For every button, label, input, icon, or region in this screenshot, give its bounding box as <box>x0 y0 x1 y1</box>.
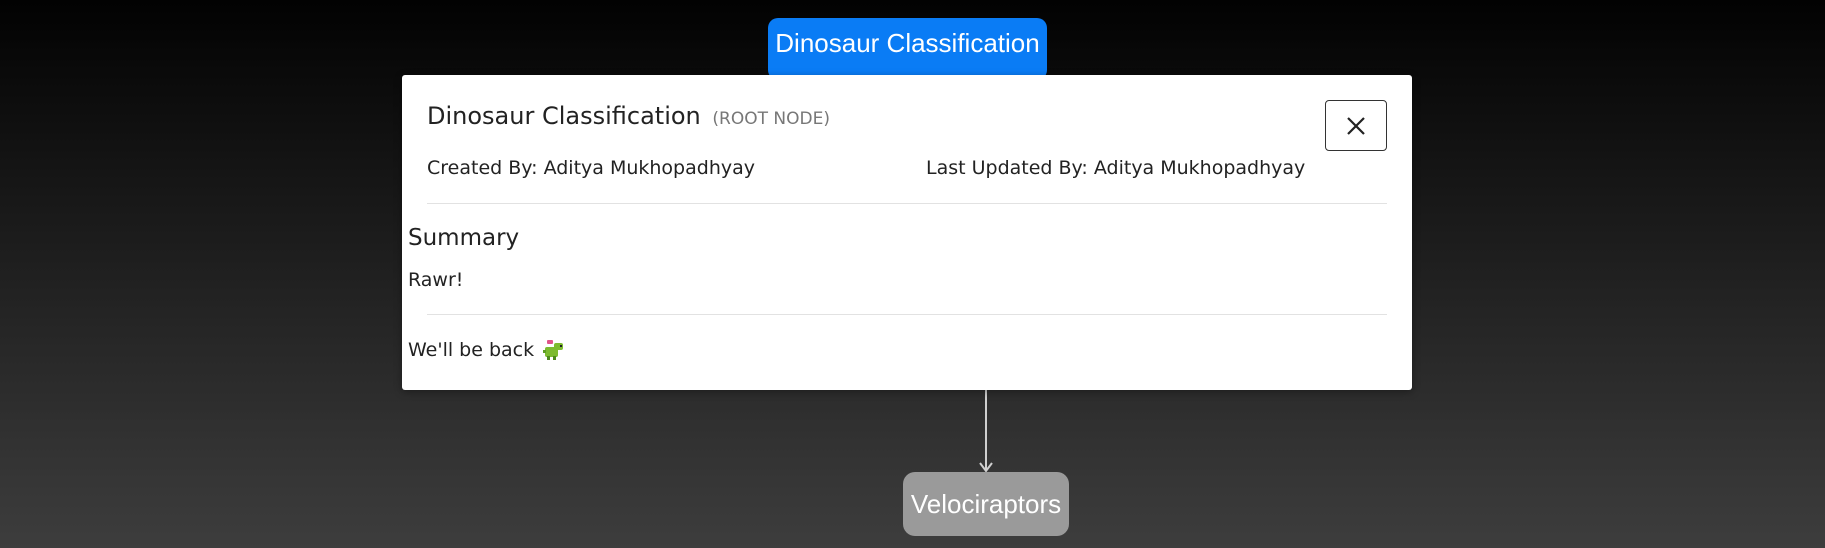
divider <box>427 203 1387 204</box>
last-updated-by: Last Updated By: Aditya Mukhopadhyay <box>926 157 1306 179</box>
root-node-label: Dinosaur Classification <box>775 27 1040 58</box>
child-node-label: Velociraptors <box>910 488 1062 519</box>
dinosaur-icon <box>543 340 564 360</box>
summary-heading: Summary <box>408 225 520 251</box>
created-by: Created By: Aditya Mukhopadhyay <box>427 157 755 179</box>
child-node-velociraptors[interactable]: Velociraptors <box>903 472 1069 536</box>
close-icon <box>1347 116 1365 135</box>
footer: We'll be back <box>408 338 566 362</box>
modal-title: Dinosaur Classification (ROOT NODE) <box>427 102 830 130</box>
footer-text: We'll be back <box>408 339 535 361</box>
edge-arrow <box>979 390 993 473</box>
summary-text: Rawr! <box>408 269 464 291</box>
node-detail-modal: Dinosaur Classification (ROOT NODE) Crea… <box>402 75 1412 390</box>
root-node[interactable]: Dinosaur Classification <box>768 18 1047 80</box>
modal-title-text: Dinosaur Classification <box>427 102 701 130</box>
modal-subtitle: (ROOT NODE) <box>712 109 830 129</box>
divider <box>427 314 1387 315</box>
close-button[interactable] <box>1325 100 1387 151</box>
